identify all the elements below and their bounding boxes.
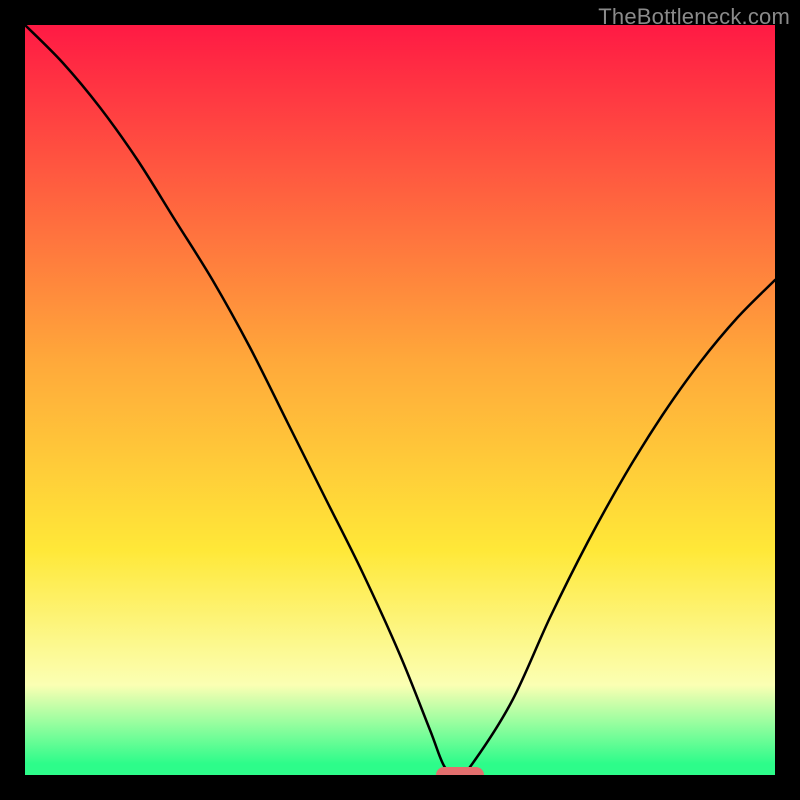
minimum-marker (436, 767, 484, 775)
bottleneck-curve (25, 25, 775, 775)
chart-frame: TheBottleneck.com (0, 0, 800, 800)
watermark-text: TheBottleneck.com (598, 4, 790, 30)
plot-area (25, 25, 775, 775)
